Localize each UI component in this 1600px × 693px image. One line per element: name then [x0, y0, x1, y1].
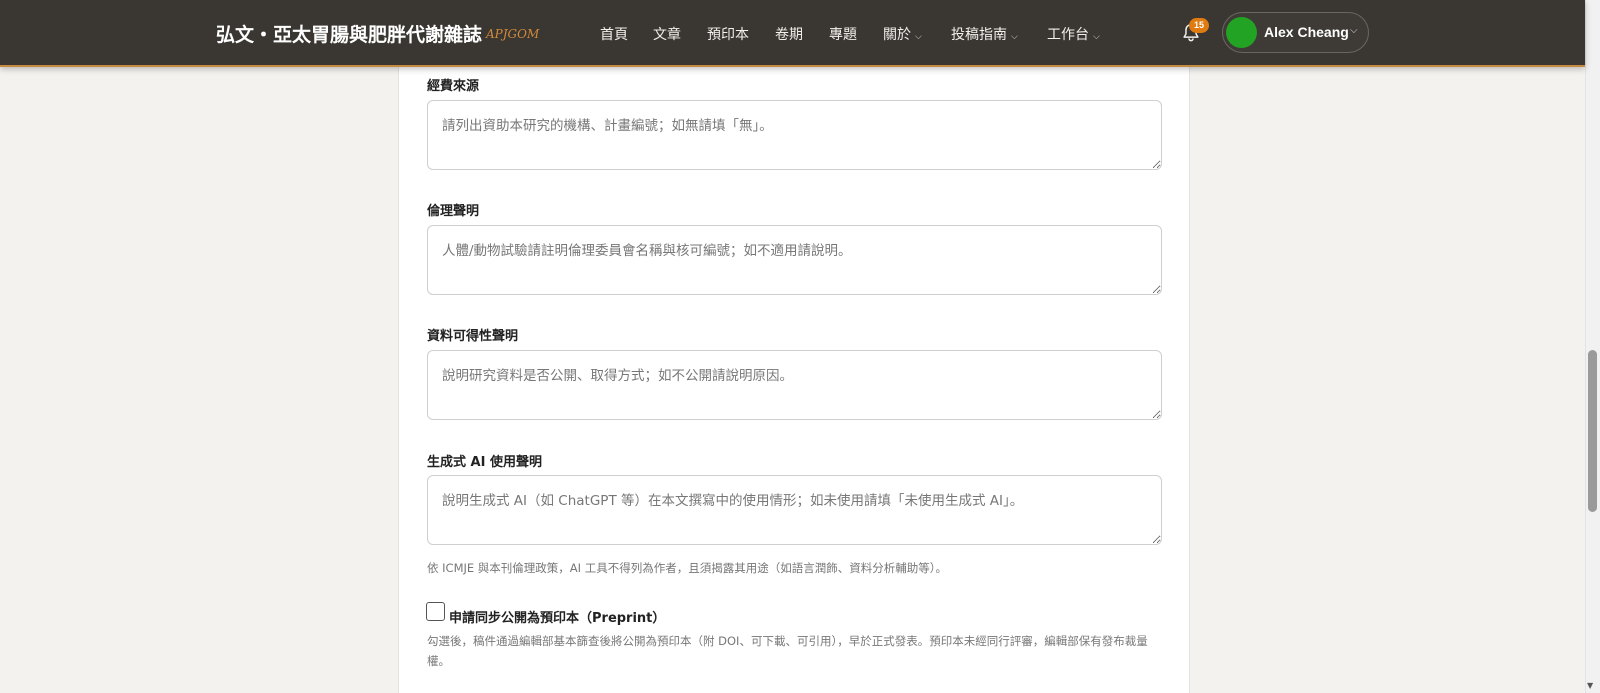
chevron-down-icon: ⌵: [1093, 32, 1100, 42]
nav-author-guide-label: 投稿指南: [951, 27, 1007, 43]
nav-articles-label: 文章: [653, 27, 681, 43]
nav-topics[interactable]: 專題: [829, 24, 857, 44]
scroll-down-arrow-icon[interactable]: ▼: [1587, 681, 1593, 690]
chevron-down-icon: ⌵: [1350, 25, 1358, 36]
ai-usage-label: 生成式 AI 使用聲明: [427, 455, 542, 470]
chevron-down-icon: ⌵: [915, 32, 922, 42]
nav-home[interactable]: 首頁: [600, 24, 628, 44]
nav-issues-label: 卷期: [775, 27, 803, 43]
preprint-checkbox-label[interactable]: 申請同步公開為預印本（Preprint）: [449, 607, 665, 626]
page-scrollbar[interactable]: [1585, 0, 1600, 693]
scrollbar-thumb[interactable]: [1588, 350, 1597, 512]
nav-workspace-label: 工作台: [1047, 27, 1089, 43]
nav-author-guide[interactable]: 投稿指南 ⌵: [951, 24, 1018, 44]
avatar: [1226, 17, 1257, 48]
ai-usage-textarea[interactable]: [427, 475, 1162, 545]
site-abbreviation[interactable]: APJGOM: [486, 27, 539, 41]
notification-count-badge: 15: [1189, 18, 1209, 33]
nav-preprints-label: 預印本: [707, 27, 749, 43]
nav-issues[interactable]: 卷期: [775, 24, 803, 44]
top-navigation-bar: 弘文・亞太胃腸與肥胖代謝雜誌 APJGOM 首頁 文章 預印本 卷期 專題 關於…: [0, 0, 1585, 67]
nav-about[interactable]: 關於 ⌵: [883, 24, 922, 44]
data-availability-textarea[interactable]: [427, 350, 1162, 420]
ethics-label: 倫理聲明: [427, 204, 480, 219]
nav-home-label: 首頁: [600, 27, 628, 43]
nav-preprints[interactable]: 預印本: [707, 24, 749, 44]
nav-articles[interactable]: 文章: [653, 24, 681, 44]
nav-workspace[interactable]: 工作台 ⌵: [1047, 24, 1100, 44]
funding-label: 經費來源: [427, 79, 480, 94]
user-menu-button[interactable]: Alex Cheang ⌵: [1222, 12, 1369, 53]
site-title[interactable]: 弘文・亞太胃腸與肥胖代謝雜誌: [216, 20, 482, 47]
data-availability-label: 資料可得性聲明: [427, 329, 519, 344]
nav-topics-label: 專題: [829, 27, 857, 43]
nav-about-label: 關於: [883, 27, 911, 43]
preprint-checkbox[interactable]: [426, 602, 445, 621]
chevron-down-icon: ⌵: [1011, 32, 1018, 42]
preprint-help-text: 勾選後，稿件通過編輯部基本篩查後將公開為預印本（附 DOI、可下載、可引用），早…: [427, 634, 1148, 668]
user-name: Alex Cheang: [1264, 24, 1349, 40]
funding-textarea[interactable]: [427, 100, 1162, 170]
ai-usage-help-text: 依 ICMJE 與本刊倫理政策，AI 工具不得列為作者，且須揭露其用途（如語言潤…: [427, 561, 947, 575]
ethics-textarea[interactable]: [427, 225, 1162, 295]
